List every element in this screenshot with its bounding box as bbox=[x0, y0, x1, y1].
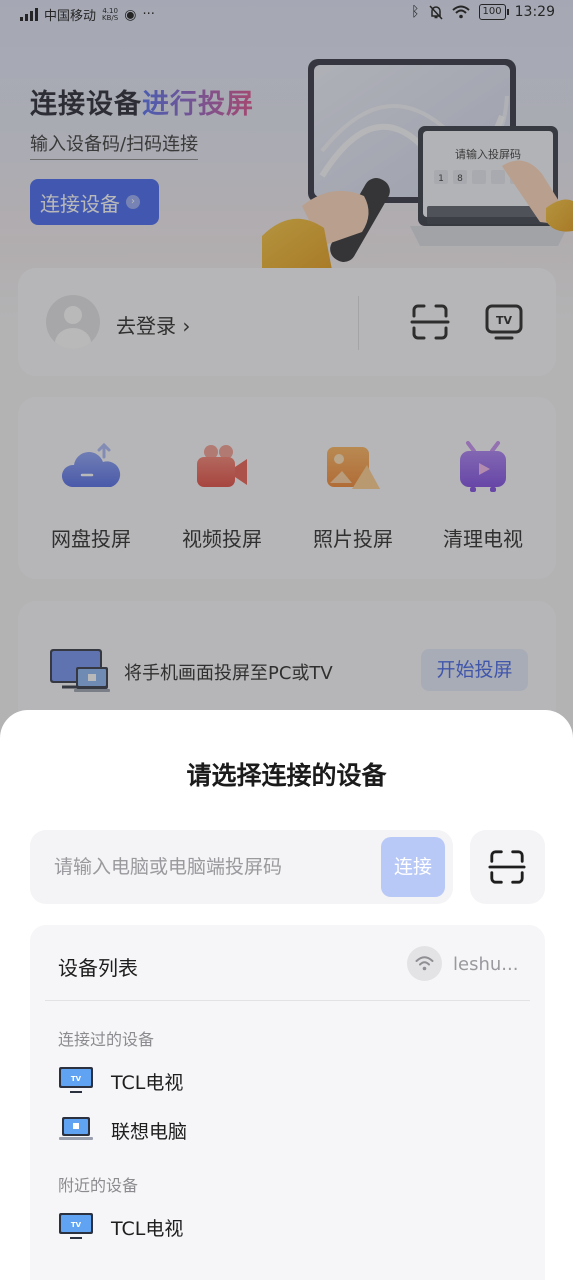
sheet-title: 请选择连接的设备 bbox=[186, 761, 387, 790]
svg-text:TV: TV bbox=[71, 1221, 82, 1229]
device-list-card: 设备列表 leshu... 连接过的设备 TV TCL电视 联想电脑 附近的设备… bbox=[30, 925, 545, 1280]
device-name: TCL电视 bbox=[111, 1218, 184, 1240]
tv-device-icon: TV bbox=[59, 1213, 93, 1239]
cast-code-input[interactable] bbox=[54, 830, 374, 904]
divider bbox=[45, 1000, 530, 1001]
code-input-box: 连接 bbox=[30, 830, 453, 904]
device-name: TCL电视 bbox=[111, 1072, 184, 1094]
svg-text:TV: TV bbox=[71, 1075, 82, 1083]
device-select-sheet: 请选择连接的设备 连接 设备列表 leshu... 连接过的设备 TV bbox=[0, 710, 573, 1280]
device-row-nearby-tcl-tv[interactable]: TV TCL电视 bbox=[58, 1208, 518, 1244]
wifi-name: leshu... bbox=[453, 954, 519, 975]
device-row-lenovo-pc[interactable]: 联想电脑 bbox=[58, 1111, 518, 1147]
connected-section-label: 连接过的设备 bbox=[58, 1030, 155, 1049]
nearby-section-label: 附近的设备 bbox=[58, 1176, 139, 1195]
laptop-device-icon bbox=[59, 1117, 93, 1140]
connect-button[interactable]: 连接 bbox=[381, 837, 445, 897]
scan-button[interactable] bbox=[470, 830, 545, 904]
device-list-title: 设备列表 bbox=[58, 956, 138, 980]
device-row-tcl-tv[interactable]: TV TCL电视 bbox=[58, 1062, 518, 1098]
tv-device-icon: TV bbox=[59, 1067, 93, 1093]
device-name: 联想电脑 bbox=[111, 1121, 188, 1143]
scan-icon bbox=[488, 850, 526, 884]
wifi-icon bbox=[415, 956, 434, 971]
wifi-badge bbox=[407, 946, 442, 981]
